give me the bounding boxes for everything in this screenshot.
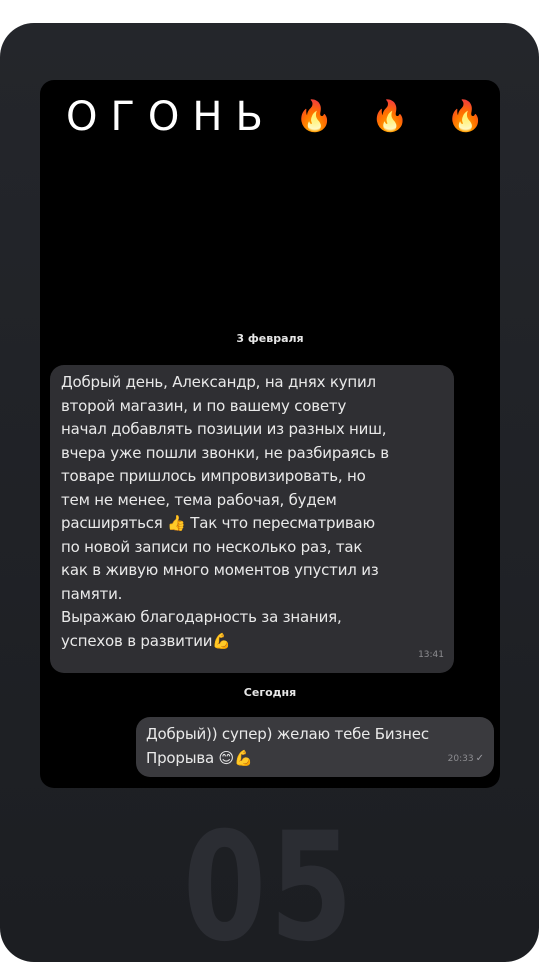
card-number: 05 bbox=[182, 801, 357, 962]
incoming-message-text: Добрый день, Александр, на днях купил вт… bbox=[61, 373, 389, 650]
read-check-icon: ✓ bbox=[475, 752, 484, 764]
incoming-message-bubble[interactable]: Добрый день, Александр, на днях купил вт… bbox=[50, 365, 454, 673]
outgoing-message-time: 20:33 bbox=[447, 753, 474, 764]
fire-emoji-group: 🔥 🔥 🔥 bbox=[296, 97, 484, 137]
outgoing-message-meta: 20:33 ✓ bbox=[448, 747, 484, 772]
incoming-message-time: 13:41 bbox=[418, 649, 444, 660]
fire-icon: 🔥 bbox=[371, 99, 409, 134]
fire-icon: 🔥 bbox=[295, 99, 334, 134]
date-separator-today: Сегодня bbox=[243, 686, 297, 699]
date-separator: 3 февраля bbox=[236, 332, 304, 345]
headline: ОГОНЬ 🔥 🔥 🔥 bbox=[66, 94, 486, 140]
outgoing-message-text: Добрый)) супер) желаю тебе Бизнес Прорыв… bbox=[146, 725, 429, 767]
headline-text: ОГОНЬ bbox=[66, 94, 276, 140]
testimonial-card: 05 ОГОНЬ 🔥 🔥 🔥 3 февраля Добрый день, Ал… bbox=[0, 23, 539, 962]
fire-icon: 🔥 bbox=[446, 99, 484, 134]
outgoing-message-bubble[interactable]: Добрый)) супер) желаю тебе Бизнес Прорыв… bbox=[136, 717, 494, 777]
chat-screenshot: ОГОНЬ 🔥 🔥 🔥 3 февраля Добрый день, Алекс… bbox=[40, 80, 500, 788]
